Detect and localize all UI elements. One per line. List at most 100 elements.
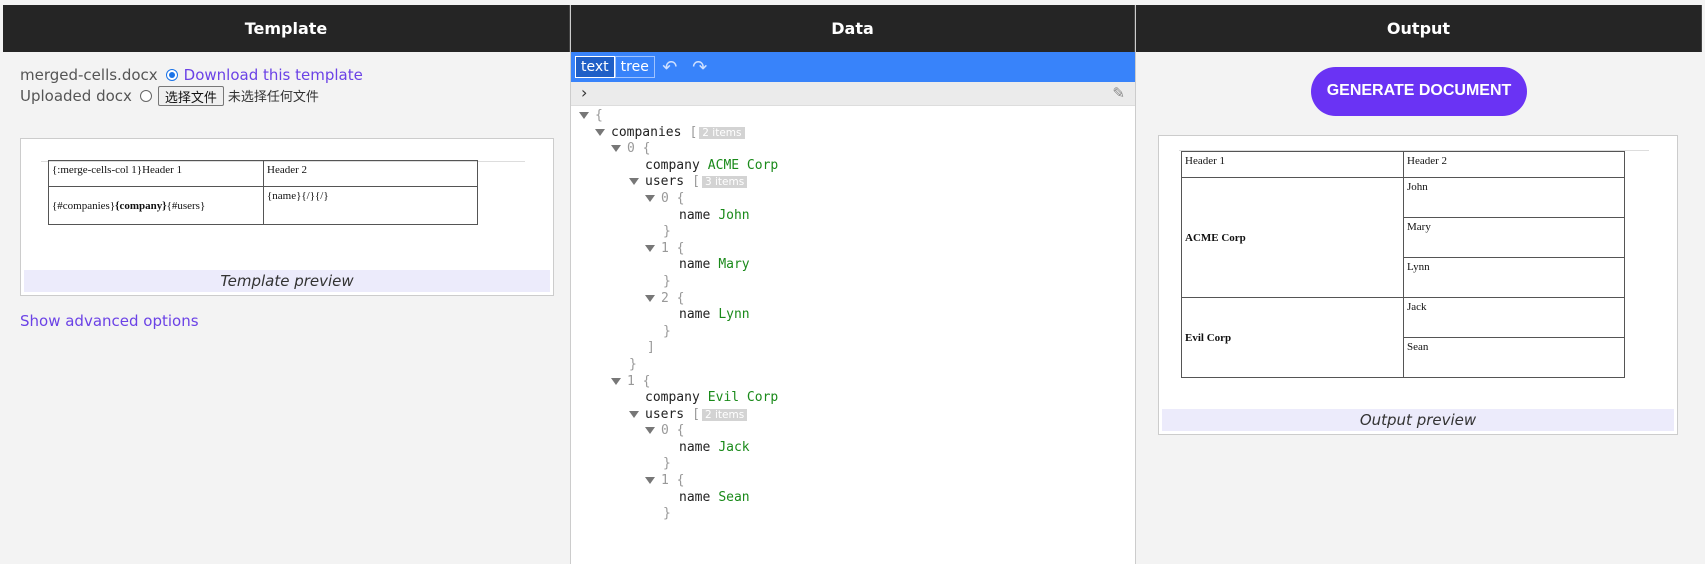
tree-key[interactable]: users <box>645 407 684 422</box>
tree-key[interactable]: name <box>679 307 710 322</box>
tree-punct: } <box>629 356 637 372</box>
items-badge: 2 items <box>699 126 745 139</box>
tpl-companies-tag: {#companies} <box>52 199 116 212</box>
data-header: Data <box>571 5 1135 52</box>
tree-row: 1 { <box>571 374 1135 391</box>
tree-punct: { <box>642 373 651 389</box>
collapse-icon[interactable] <box>579 112 589 119</box>
tree-key[interactable]: companies <box>611 125 681 140</box>
tpl-cell-name: {name}{/}{/} <box>263 186 478 225</box>
generate-document-button[interactable]: GENERATE DOCUMENT <box>1311 66 1527 116</box>
uploaded-radio[interactable] <box>139 89 152 102</box>
download-template-link[interactable]: Download this template <box>184 66 363 84</box>
collapse-icon[interactable] <box>611 377 621 385</box>
undo-icon[interactable]: ↶ <box>655 56 685 78</box>
out-cell-user: Lynn <box>1403 257 1625 298</box>
tree-row: ] <box>571 340 1135 357</box>
tree-key[interactable]: name <box>679 208 710 223</box>
app: Template merged-cells.docx Download this… <box>0 0 1705 564</box>
tree-punct: { <box>676 190 685 206</box>
out-cell-header1: Header 1 <box>1181 151 1404 178</box>
tree-key[interactable]: company <box>645 390 700 405</box>
items-badge: 3 items <box>701 176 748 189</box>
mode-text-button[interactable]: text <box>575 56 615 78</box>
tree-row: 0 { <box>571 423 1135 440</box>
tree-row: name Mary <box>571 257 1135 274</box>
tree-punct: } <box>663 224 671 240</box>
tree-punct: [ <box>692 406 700 422</box>
tpl-cell-companies: {#companies}{company}{#users} <box>48 186 264 225</box>
tpl-users-tag: {#users} <box>166 199 206 212</box>
collapse-icon[interactable] <box>645 294 655 302</box>
tree-row: name Lynn <box>571 307 1135 324</box>
uploaded-line: Uploaded docx 选择文件 未选择任何文件 <box>20 85 553 106</box>
template-radio[interactable] <box>165 68 178 81</box>
tree-value[interactable]: Sean <box>718 490 749 505</box>
tree-key[interactable]: users <box>645 174 684 189</box>
tree-row: 0 { <box>571 141 1135 158</box>
edit-icon[interactable]: ✎ <box>1112 84 1125 102</box>
tree-punct: { <box>676 423 685 439</box>
no-file-label: 未选择任何文件 <box>227 90 319 105</box>
tree-row: } <box>571 357 1135 374</box>
collapse-icon[interactable] <box>629 178 639 186</box>
tree-value[interactable]: Mary <box>718 257 749 272</box>
out-cell-company2: Evil Corp <box>1181 297 1404 378</box>
data-column: Data text tree ↶ ↷ › ✎ { companies [2 ite… <box>570 5 1136 564</box>
tree-key[interactable]: name <box>679 440 710 455</box>
collapse-icon[interactable] <box>645 427 655 435</box>
redo-icon[interactable]: ↷ <box>685 56 715 78</box>
template-table: {:merge-cells-col 1}Header 1 Header 2 {#… <box>48 160 478 225</box>
tree-row: 1 { <box>571 473 1135 490</box>
tree-row: companies [2 items <box>571 125 1135 142</box>
collapse-icon[interactable] <box>629 410 639 418</box>
tree-row: 2 { <box>571 291 1135 308</box>
template-filename: merged-cells.docx <box>20 65 158 84</box>
tree-key[interactable]: name <box>679 257 710 272</box>
out-cell-user: Jack <box>1403 297 1625 338</box>
tree-punct: { <box>676 240 685 256</box>
tree-punct: [ <box>689 124 698 140</box>
tree-value[interactable]: Lynn <box>718 307 749 322</box>
collapse-icon[interactable] <box>645 477 655 485</box>
tree-value[interactable]: ACME Corp <box>708 158 778 173</box>
tree-row: 1 { <box>571 241 1135 258</box>
tpl-cell-header2: Header 2 <box>263 160 478 187</box>
expand-chevron-icon[interactable]: › <box>581 83 587 102</box>
template-preview: {:merge-cells-col 1}Header 1 Header 2 {#… <box>20 138 554 296</box>
tree-punct: } <box>663 506 671 522</box>
tree-key[interactable]: name <box>679 490 710 505</box>
output-table: Header 1 Header 2 ACME Corp John Mary Ly… <box>1181 151 1625 378</box>
tree-row: name John <box>571 208 1135 225</box>
tree-index: 2 <box>661 290 669 306</box>
output-preview: Header 1 Header 2 ACME Corp John Mary Ly… <box>1158 135 1678 435</box>
collapse-icon[interactable] <box>611 145 621 153</box>
tree-punct: { <box>595 108 603 123</box>
tree-value[interactable]: Jack <box>718 440 749 455</box>
show-advanced-options-link[interactable]: Show advanced options <box>20 312 553 330</box>
tree-value[interactable]: Evil Corp <box>708 390 778 405</box>
tree-index: 0 <box>661 423 669 439</box>
output-header: Output <box>1136 5 1702 52</box>
tree-punct: { <box>642 141 651 157</box>
template-column: Template merged-cells.docx Download this… <box>3 5 570 564</box>
collapse-icon[interactable] <box>645 194 655 202</box>
tree-punct: } <box>663 323 671 339</box>
choose-file-button[interactable]: 选择文件 <box>157 85 224 106</box>
out-cell-header2: Header 2 <box>1403 151 1625 178</box>
tree-punct: ] <box>647 340 655 356</box>
mode-tree-button[interactable]: tree <box>614 56 655 78</box>
collapse-icon[interactable] <box>595 128 605 136</box>
json-tree: { companies [2 items 0 { company ACME Corp… <box>571 106 1135 523</box>
tree-index: 1 <box>661 240 669 256</box>
tree-key[interactable]: company <box>645 158 700 173</box>
tree-punct: { <box>676 473 685 489</box>
items-badge: 2 items <box>701 408 748 421</box>
collapse-icon[interactable] <box>645 244 655 252</box>
tree-value[interactable]: John <box>718 208 749 223</box>
tree-index: 1 <box>627 373 635 389</box>
uploaded-label: Uploaded docx <box>20 86 132 105</box>
output-column: Output GENERATE DOCUMENT Header 1 Header… <box>1136 5 1702 564</box>
tree-row: } <box>571 506 1135 523</box>
tree-row: company Evil Corp <box>571 390 1135 407</box>
